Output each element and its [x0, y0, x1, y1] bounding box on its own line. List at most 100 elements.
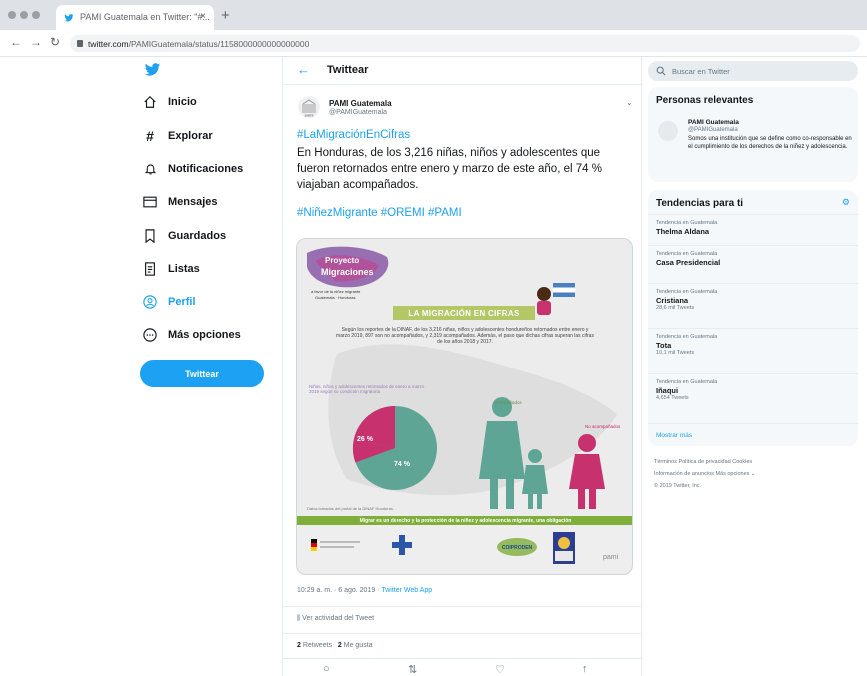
- trend-item[interactable]: Tendencia en Guatemala Cristiana 28,6 mi…: [656, 289, 846, 312]
- url-host: twitter.com: [88, 39, 129, 49]
- hashtag-link[interactable]: #LaMigraciónEnCifras: [297, 129, 410, 141]
- trend-item[interactable]: Tendencia en Guatemala Casa Presidencial: [656, 251, 846, 267]
- tweet-activity-link[interactable]: ⫼ Ver actividad del Tweet: [297, 615, 374, 623]
- show-more-link[interactable]: Mostrar más: [656, 432, 692, 439]
- nav-item-guardados[interactable]: Guardados: [140, 224, 226, 248]
- divider: [283, 633, 641, 634]
- nav-item-perfil[interactable]: Perfil: [140, 290, 196, 314]
- window-dot-icon[interactable]: [32, 11, 40, 19]
- window-dot-icon[interactable]: [20, 11, 28, 19]
- author-avatar[interactable]: pami: [298, 96, 320, 118]
- like-count[interactable]: 2: [338, 642, 342, 649]
- divider: [648, 214, 858, 215]
- trend-name: Iñaqui: [656, 386, 679, 395]
- nav-item-label: Perfil: [168, 296, 196, 308]
- activity-label: Ver actividad del Tweet: [302, 615, 375, 622]
- trend-context: Tendencia en Guatemala: [656, 289, 718, 295]
- tweet-button[interactable]: Twittear: [140, 360, 264, 387]
- nav-item-label: Mensajes: [168, 196, 218, 208]
- divider: [648, 373, 858, 374]
- column-header: ← Twittear: [283, 57, 641, 85]
- relevant-avatar[interactable]: [658, 121, 678, 141]
- trend-count: 4,654 Tweets: [656, 395, 689, 401]
- nav-item-mensajes[interactable]: Mensajes: [140, 190, 218, 214]
- share-icon[interactable]: ↑: [582, 663, 588, 675]
- search-icon: [656, 66, 666, 76]
- author-name[interactable]: PAMI Guatemala: [329, 99, 392, 108]
- nav-item-notificaciones[interactable]: Notificaciones: [140, 157, 243, 181]
- nav-item-explorar[interactable]: # Explorar: [140, 124, 213, 148]
- retweet-label[interactable]: Retweets: [303, 642, 332, 649]
- reload-icon[interactable]: ↻: [50, 35, 60, 49]
- divider: [283, 658, 641, 659]
- nav-item-label: Guardados: [168, 230, 227, 242]
- tweet-stats: 2 Retweets 2 Me gusta: [297, 642, 373, 649]
- relevant-name[interactable]: PAMI Guatemala: [688, 119, 739, 126]
- twitter-logo-icon[interactable]: [144, 63, 161, 77]
- nav-item-listas[interactable]: Listas: [140, 257, 200, 281]
- footer-links-row[interactable]: Información de anuncios Más opciones ⌄: [654, 471, 756, 477]
- relevant-handle[interactable]: @PAMIGuatemala: [688, 127, 738, 133]
- divider: [648, 423, 858, 424]
- svg-text:pami: pami: [305, 113, 314, 118]
- hashtag-links[interactable]: #NiñezMigrante #OREMI #PAMI: [297, 207, 462, 219]
- back-icon[interactable]: ←: [297, 62, 310, 77]
- reply-icon[interactable]: ○: [323, 663, 330, 675]
- svg-text:Guatemala · Honduras: Guatemala · Honduras: [315, 295, 355, 300]
- tweet-text: En Honduras, de los 3,216 niñas, niños y…: [297, 147, 602, 191]
- trend-name: Tota: [656, 341, 672, 350]
- trend-name: Cristiana: [656, 296, 689, 305]
- window-dot-icon[interactable]: [8, 11, 16, 19]
- trend-item[interactable]: Tendencia en Guatemala Tota 10,1 mil Twe…: [656, 334, 846, 357]
- home-icon: [140, 92, 160, 112]
- url-input[interactable]: twitter.com/PAMIGuatemala/status/1158000…: [70, 35, 860, 52]
- tab-close-icon[interactable]: ×: [200, 11, 206, 22]
- source-app-link[interactable]: Twitter Web App: [381, 587, 432, 594]
- nav-item-inicio[interactable]: Inicio: [140, 90, 197, 114]
- divider: [648, 245, 858, 246]
- card-title: Personas relevantes: [656, 95, 754, 106]
- trend-count: 28,6 mil Tweets: [656, 305, 695, 311]
- footer-links-row[interactable]: Términos Política de privacidad Cookies: [654, 459, 752, 465]
- new-tab-button[interactable]: +: [221, 7, 230, 24]
- url-path: /PAMIGuatemala/status/115800000000000000…: [128, 39, 310, 49]
- trend-context: Tendencia en Guatemala: [656, 251, 718, 257]
- card-title: Tendencias para ti: [656, 198, 744, 209]
- tab-title: PAMI Guatemala en Twitter: "#...: [80, 12, 210, 22]
- nav-item-label: Notificaciones: [168, 163, 244, 175]
- trend-context: Tendencia en Guatemala: [656, 334, 718, 340]
- tweet-timestamp: 10:29 a. m. · 6 ago. 2019 · Twitter Web …: [297, 587, 432, 594]
- svg-text:Migraciones: Migraciones: [321, 267, 374, 277]
- retweet-icon[interactable]: ⇅: [408, 663, 417, 676]
- nav-item-mas-opciones[interactable]: Más opciones: [140, 323, 241, 347]
- trends-card: Tendencias para ti ⚙ Tendencia en Guatem…: [648, 190, 858, 446]
- trend-item[interactable]: Tendencia en Guatemala Thelma Aldana: [656, 220, 846, 236]
- like-label[interactable]: Me gusta: [344, 642, 373, 649]
- forward-arrow-icon[interactable]: →: [30, 35, 42, 49]
- twitter-bird-icon: [64, 14, 74, 22]
- profile-icon: [140, 292, 160, 312]
- trend-name: Casa Presidencial: [656, 258, 721, 267]
- trend-item[interactable]: Tendencia en Guatemala Iñaqui 4,654 Twee…: [656, 379, 846, 402]
- nav-item-label: Listas: [168, 263, 200, 275]
- browser-tab[interactable]: PAMI Guatemala en Twitter: "#... ×: [56, 5, 214, 30]
- list-icon: [140, 259, 160, 279]
- back-arrow-icon[interactable]: ←: [10, 35, 22, 49]
- trend-context: Tendencia en Guatemala: [656, 379, 718, 385]
- page-title: Twittear: [327, 64, 369, 76]
- timestamp-text: 10:29 a. m. · 6 ago. 2019 ·: [297, 587, 380, 594]
- infographic-label-unaccompanied: No acompañados: [585, 424, 621, 429]
- author-handle[interactable]: @PAMIGuatemala: [329, 109, 387, 116]
- svg-text:a favor de la niñez migrante: a favor de la niñez migrante: [311, 289, 361, 294]
- divider: [648, 283, 858, 284]
- infographic-chart-caption: Niñas, niños y adolescentes retornados d…: [309, 384, 425, 394]
- retweet-count[interactable]: 2: [297, 642, 301, 649]
- gear-icon[interactable]: ⚙: [842, 197, 850, 208]
- like-icon[interactable]: ♡: [495, 663, 505, 676]
- tweet-media-image[interactable]: Proyecto Migraciones a favor de la niñez…: [296, 238, 633, 575]
- more-icon: [140, 325, 160, 345]
- nav-item-label: Inicio: [168, 96, 197, 108]
- chevron-down-icon[interactable]: ⌄: [626, 98, 633, 107]
- svg-text:pami: pami: [603, 554, 619, 561]
- search-input[interactable]: Buscar en Twitter: [648, 61, 858, 81]
